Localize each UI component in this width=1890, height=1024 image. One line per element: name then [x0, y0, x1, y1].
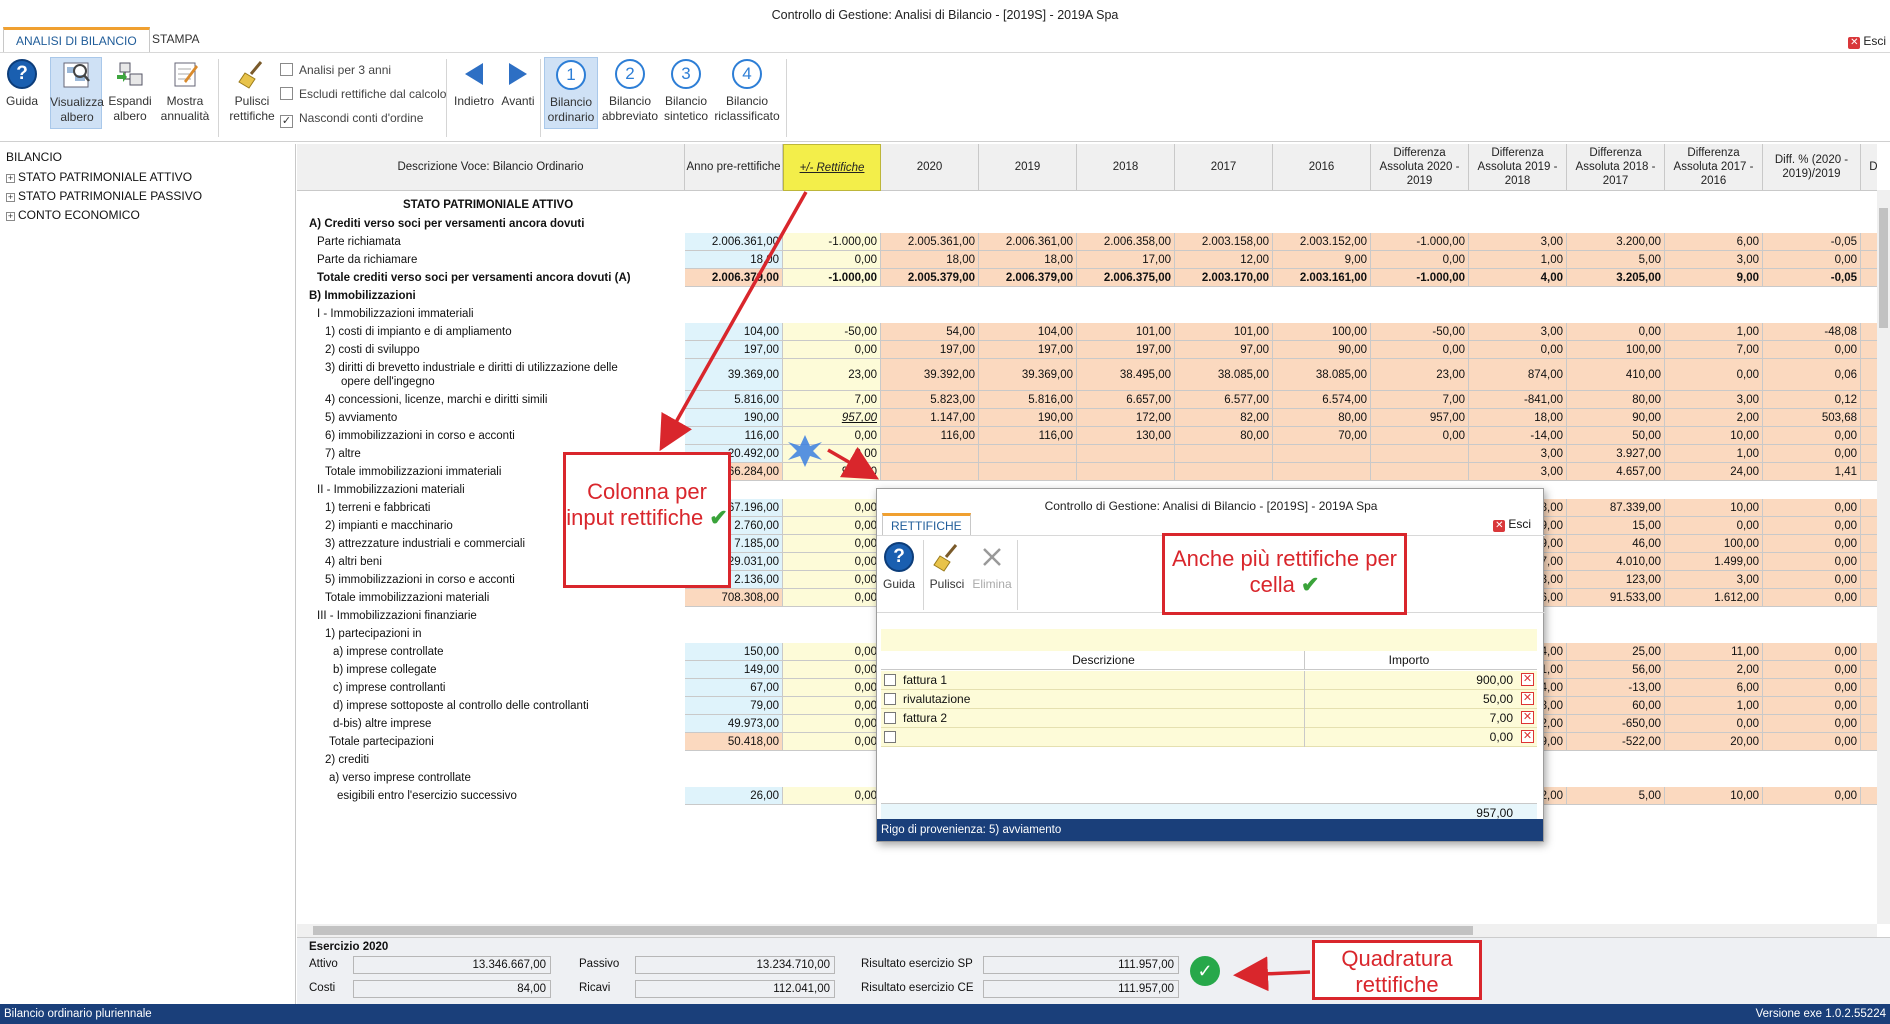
cursor-sparkle-icon [788, 435, 822, 467]
checkmark-icon: ✔ [1300, 572, 1320, 597]
callout-anche: Anche più rettifiche per cella ✔ [1162, 533, 1407, 615]
callout-colonna: Colonna per input rettifiche ✔ [563, 452, 731, 588]
callout-quadratura: Quadratura rettifiche [1312, 940, 1482, 1000]
annotation-arrows [659, 191, 1311, 992]
checkmark-icon: ✔ [709, 505, 728, 530]
